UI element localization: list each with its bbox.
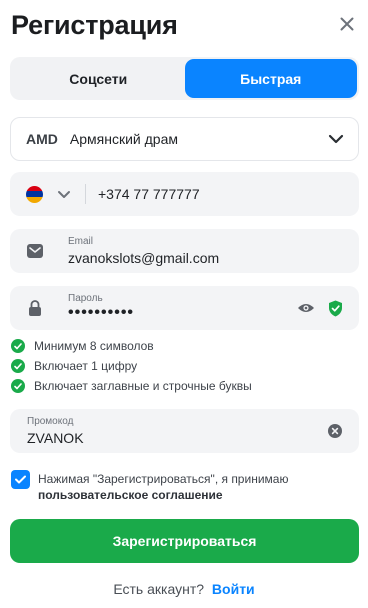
promo-label: Промокод (27, 416, 74, 427)
phone-field (10, 172, 359, 216)
rule-item: Минимум 8 символов (11, 336, 351, 356)
lock-icon (26, 299, 44, 317)
armenia-flag-icon (26, 185, 43, 203)
password-strength-shield (327, 299, 343, 317)
rule-text: Включает заглавные и строчные буквы (34, 379, 252, 393)
check-circle-icon (11, 339, 25, 353)
clear-promo-button[interactable] (327, 423, 343, 439)
user-agreement-link[interactable]: пользовательское соглашение (38, 488, 223, 502)
login-link[interactable]: Войти (212, 581, 255, 597)
password-label: Пароль (68, 293, 103, 304)
shield-check-icon (328, 300, 342, 316)
promo-field[interactable]: Промокод (10, 409, 359, 453)
eye-icon (298, 304, 314, 312)
check-circle-icon (11, 359, 25, 373)
tab-social[interactable]: Соцсети (12, 59, 185, 98)
mail-icon (26, 242, 44, 260)
registration-tabs: Соцсети Быстрая (10, 57, 359, 100)
close-button[interactable] (337, 14, 357, 34)
login-prompt-row: Есть аккаунт? Войти (0, 581, 368, 597)
consent-text: Нажимая "Зарегистрироваться", я принимаю… (38, 471, 338, 503)
page-title: Регистрация (11, 10, 178, 40)
email-label: Email (68, 236, 94, 247)
checkmark-icon (15, 475, 26, 484)
chevron-down-icon (58, 190, 70, 198)
close-icon (340, 17, 354, 31)
header: Регистрация (11, 10, 357, 44)
consent-checkbox[interactable] (11, 470, 30, 489)
rule-item: Включает заглавные и строчные буквы (11, 376, 351, 396)
login-prompt: Есть аккаунт? (113, 581, 205, 597)
consent-statement: Нажимая "Зарегистрироваться", я принимаю (38, 472, 289, 486)
register-button[interactable]: Зарегистрироваться (10, 519, 359, 563)
rule-text: Минимум 8 символов (34, 339, 154, 353)
chevron-down-icon (328, 134, 344, 144)
divider (85, 184, 86, 204)
check-circle-icon (11, 379, 25, 393)
country-code-dropdown[interactable] (57, 190, 71, 199)
show-password-toggle[interactable] (297, 300, 315, 316)
tab-quick[interactable]: Быстрая (184, 59, 357, 98)
currency-select[interactable]: AMD Армянский драм (10, 117, 359, 161)
email-field[interactable]: Email (10, 229, 359, 273)
password-field[interactable]: Пароль •••••••••• (10, 286, 359, 330)
currency-name: Армянский драм (69, 131, 178, 147)
password-input[interactable]: •••••••••• (68, 304, 288, 322)
promo-input[interactable] (27, 430, 307, 446)
clear-icon (328, 424, 342, 438)
phone-input[interactable] (98, 186, 347, 202)
email-input[interactable] (68, 250, 288, 266)
currency-code: AMD (26, 131, 58, 147)
rule-text: Включает 1 цифру (34, 359, 138, 373)
rule-item: Включает 1 цифру (11, 356, 351, 376)
password-rules: Минимум 8 символов Включает 1 цифру Вклю… (11, 336, 351, 396)
